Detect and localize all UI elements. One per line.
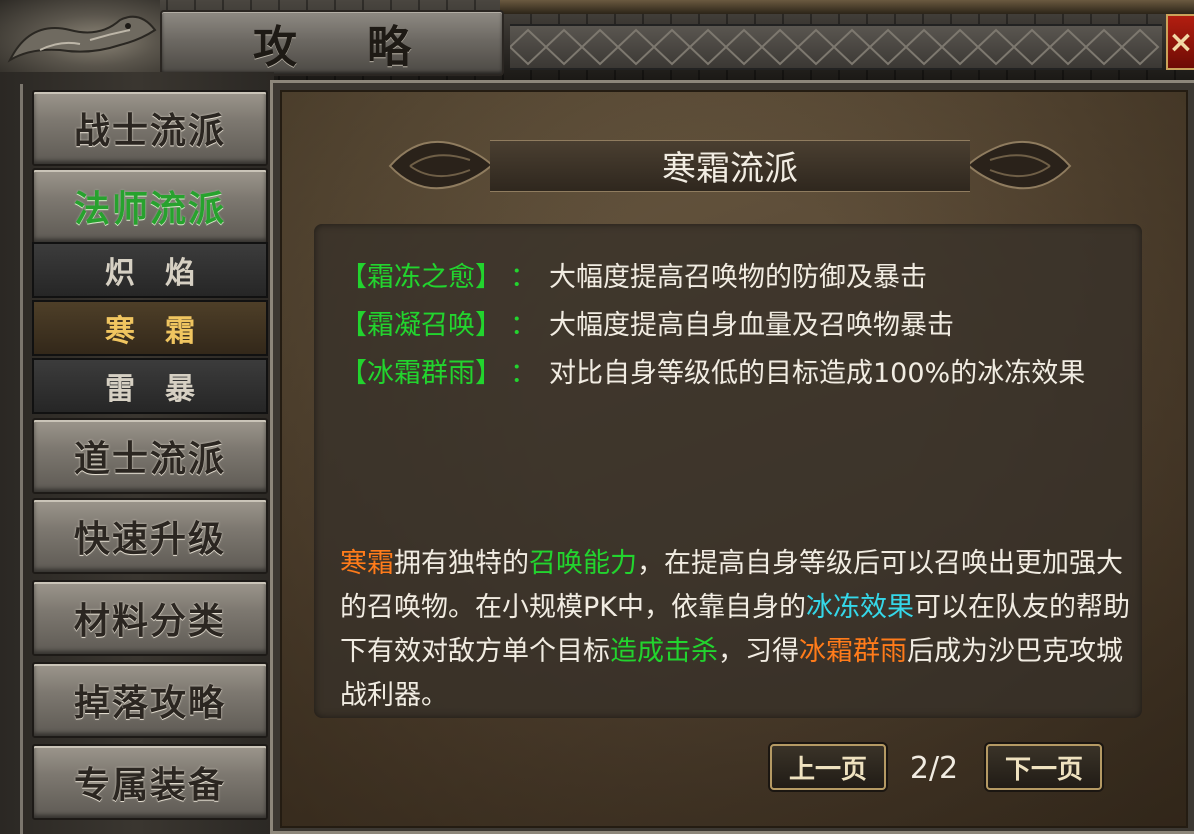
highlight-kill: 造成击杀 xyxy=(610,636,718,667)
prev-page-button[interactable]: 上一页 xyxy=(770,744,886,790)
title-char-2: 略 xyxy=(367,22,411,73)
sub-item-label: 雷暴 xyxy=(105,372,225,407)
sidebar-item-label: 掉落攻略 xyxy=(73,682,226,724)
dragon-ornament xyxy=(0,0,160,80)
sidebar-item-label: 快速升级 xyxy=(73,518,226,560)
title-plate: 攻 略 xyxy=(160,10,504,76)
skill-description: 对比自身等级低的目标造成100%的冰冻效果 xyxy=(549,357,1086,389)
sidebar-item-taoist[interactable]: 道士流派 xyxy=(32,418,268,494)
page-indicator: 2/2 xyxy=(909,750,959,786)
skill-description: 大幅度提高召唤物的防御及暴击 xyxy=(549,261,927,293)
sidebar-item-warrior[interactable]: 战士流派 xyxy=(32,90,268,166)
sidebar-item-label: 道士流派 xyxy=(73,438,226,480)
sidebar-item-exclusive-gear[interactable]: 专属装备 xyxy=(32,744,268,820)
sub-item-frost[interactable]: 寒霜 xyxy=(32,300,268,356)
highlight-skill-name: 冰霜群雨 xyxy=(799,636,907,667)
desc-text: ，习得 xyxy=(718,636,799,667)
sidebar-item-label: 材料分类 xyxy=(73,600,226,642)
sidebar-item-materials[interactable]: 材料分类 xyxy=(32,580,268,656)
sub-item-blaze[interactable]: 炽焰 xyxy=(32,242,268,298)
skill-row: 【霜凝召唤】 ： 大幅度提高自身血量及召唤物暴击 xyxy=(340,302,954,342)
close-icon: × xyxy=(1168,24,1194,60)
skill-row: 【冰霜群雨】 ： 对比自身等级低的目标造成100%的冰冻效果 xyxy=(340,350,1085,390)
sub-item-thunder[interactable]: 雷暴 xyxy=(32,358,268,414)
next-page-label: 下一页 xyxy=(1004,754,1083,785)
decorative-diamond-band xyxy=(508,24,1162,70)
sidebar-item-label: 专属装备 xyxy=(73,764,226,806)
desc-text: 拥有独特的 xyxy=(394,548,529,579)
highlight-freeze-effect: 冰冻效果 xyxy=(806,592,914,623)
sidebar-item-label: 战士流派 xyxy=(73,110,226,152)
sidebar-item-fast-level[interactable]: 快速升级 xyxy=(32,498,268,574)
guide-text-box: 【霜冻之愈】 ： 大幅度提高召唤物的防御及暴击 【霜凝召唤】 ： 大幅度提高自身… xyxy=(314,224,1142,718)
sidebar-item-label: 法师流派 xyxy=(73,188,226,230)
sub-item-label: 炽焰 xyxy=(105,256,225,291)
title-bar: 攻 略 × xyxy=(0,0,1194,80)
section-heading: 寒霜流派 xyxy=(662,148,798,189)
skill-colon: ： xyxy=(510,309,537,341)
skill-colon: ： xyxy=(510,357,537,389)
next-page-button[interactable]: 下一页 xyxy=(986,744,1102,790)
skill-name: 【冰霜群雨】 xyxy=(340,357,502,389)
sidebar-item-mage[interactable]: 法师流派 xyxy=(32,168,268,244)
close-button[interactable]: × xyxy=(1166,14,1194,70)
window-title: 攻 略 xyxy=(162,12,502,74)
heading-banner: 寒霜流派 xyxy=(380,126,1080,202)
title-top-strip xyxy=(500,0,1194,14)
skill-name: 【霜凝召唤】 xyxy=(340,309,502,341)
highlight-school-name: 寒霜 xyxy=(340,548,394,579)
skill-row: 【霜冻之愈】 ： 大幅度提高召唤物的防御及暴击 xyxy=(340,254,927,294)
skill-name: 【霜冻之愈】 xyxy=(340,261,502,293)
school-description: 寒霜拥有独特的召唤能力，在提高自身等级后可以召唤出更加强大的召唤物。在小规模PK… xyxy=(340,542,1140,718)
sub-item-label: 寒霜 xyxy=(105,314,225,349)
title-char-1: 攻 xyxy=(253,22,297,73)
prev-page-label: 上一页 xyxy=(788,754,867,785)
highlight-summon-ability: 召唤能力 xyxy=(529,548,637,579)
skill-description: 大幅度提高自身血量及召唤物暴击 xyxy=(549,309,954,341)
sidebar-item-drops[interactable]: 掉落攻略 xyxy=(32,662,268,738)
skill-colon: ： xyxy=(510,261,537,293)
